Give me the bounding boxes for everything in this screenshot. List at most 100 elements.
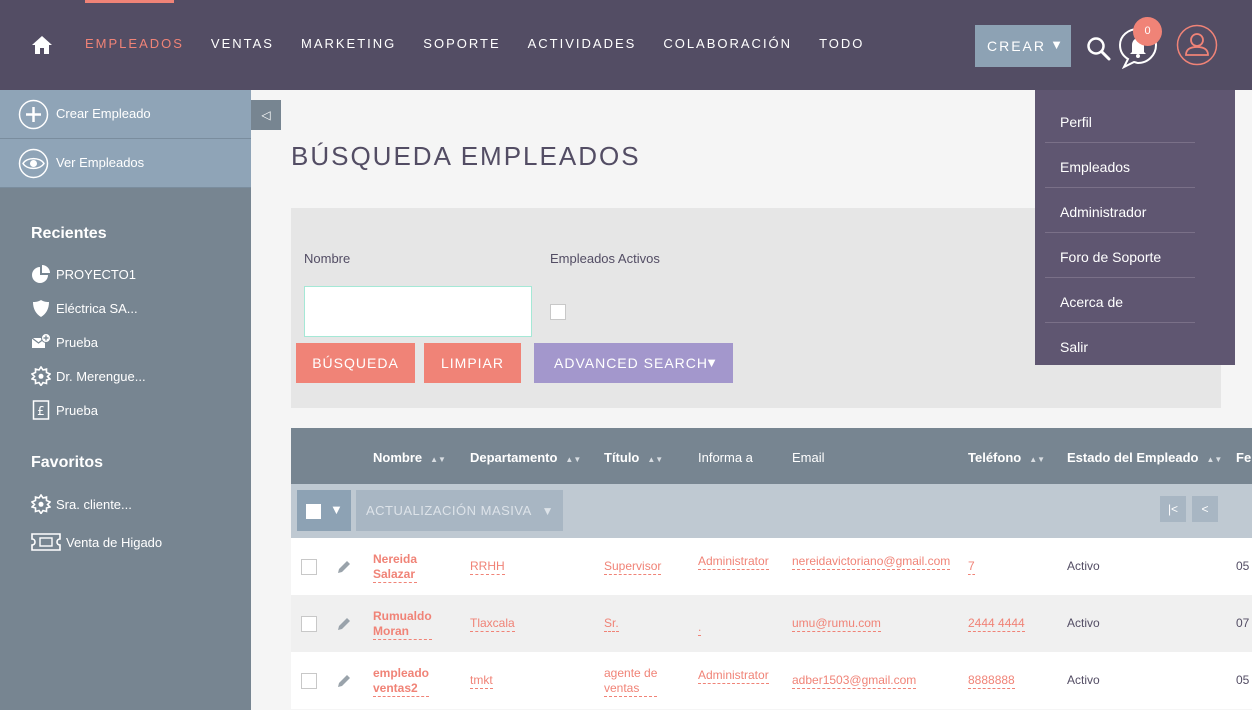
column-header-email: Email (792, 450, 825, 465)
sidebar-action-label: Ver Empleados (56, 155, 145, 170)
row-informa-a[interactable]: Administrator (698, 554, 769, 570)
row-nombre[interactable]: Nereida Salazar (373, 552, 418, 583)
empleados-activos-checkbox[interactable] (550, 304, 566, 320)
nav-actividades[interactable]: ACTIVIDADES (528, 36, 637, 51)
row-email[interactable]: nereidavictoriano@gmail.com (792, 554, 951, 570)
prev-page-button[interactable]: < (1192, 496, 1218, 522)
menu-item-perfil[interactable]: Perfil (1045, 98, 1195, 143)
nav-ventas[interactable]: VENTAS (211, 36, 274, 51)
search-button[interactable]: BÚSQUEDA (296, 343, 415, 383)
row-checkbox[interactable] (301, 559, 317, 575)
sort-icon: ▲▼ (1206, 455, 1223, 464)
column-header-nombre[interactable]: Nombre ▲▼ (373, 450, 446, 465)
row-email[interactable]: umu@rumu.com (792, 616, 881, 632)
row-estado: Activo (1067, 559, 1100, 573)
row-titulo[interactable]: Supervisor (604, 559, 662, 575)
table-row: Nereida Salazar RRHH Supervisor Administr… (291, 538, 1252, 595)
row-titulo[interactable]: Sr. (604, 616, 619, 632)
row-titulo[interactable]: agente de ventas (604, 666, 658, 697)
sidebar-action-ver-empleados[interactable]: Ver Empleados (0, 139, 251, 188)
column-header-informa-a: Informa a (698, 450, 753, 465)
sort-icon: ▲▼ (647, 455, 664, 464)
row-checkbox[interactable] (301, 616, 317, 632)
select-all-checkbox[interactable] (306, 504, 321, 519)
row-telefono[interactable]: 7 (968, 559, 975, 575)
pencil-icon[interactable] (336, 616, 352, 632)
mass-update-button[interactable]: ACTUALIZACIÓN MASIVA ▼ (356, 490, 563, 531)
nombre-input[interactable] (304, 286, 532, 337)
menu-item-acerca-de[interactable]: Acerca de (1045, 278, 1195, 323)
chevron-down-icon: ▼ (330, 502, 343, 517)
chevron-down-icon: ▼ (705, 355, 719, 370)
row-telefono[interactable]: 2444 4444 (968, 616, 1025, 632)
search-icon[interactable] (1086, 36, 1112, 62)
sidebar-collapse-button[interactable]: ◁ (251, 100, 281, 130)
nav-marketing[interactable]: MARKETING (301, 36, 396, 51)
favoritos-heading: Favoritos (31, 454, 104, 471)
nav-colaboracion[interactable]: COLABORACIÓN (663, 36, 792, 51)
recent-item-label: Prueba (56, 403, 98, 418)
select-all-dropdown[interactable]: ▼ (297, 490, 351, 531)
home-icon[interactable] (31, 34, 53, 56)
create-button-label: CREAR (987, 38, 1047, 54)
nav-todo[interactable]: TODO (819, 36, 864, 51)
clear-button[interactable]: LIMPIAR (424, 343, 521, 383)
column-header-titulo[interactable]: Título ▲▼ (604, 450, 663, 465)
row-checkbox[interactable] (301, 673, 317, 689)
sort-icon: ▲▼ (565, 455, 582, 464)
nav-empleados[interactable]: EMPLEADOS (85, 36, 184, 51)
active-tab-indicator (85, 0, 174, 3)
main-nav: EMPLEADOS VENTAS MARKETING SOPORTE ACTIV… (85, 36, 891, 51)
gear-badge-icon (31, 366, 51, 386)
row-estado: Activo (1067, 616, 1100, 630)
column-header-estado[interactable]: Estado del Empleado ▲▼ (1067, 450, 1222, 465)
row-fecha: 07 (1236, 616, 1250, 630)
plus-circle-icon (18, 99, 49, 130)
table-row: Rumualdo Moran Tlaxcala Sr. . umu@rumu.co… (291, 595, 1252, 652)
row-nombre[interactable]: empleado ventas2 (373, 666, 430, 697)
recent-item-label: Prueba (56, 335, 98, 350)
table-row: empleado ventas2 tmkt agente de ventas Adm… (291, 652, 1252, 709)
recent-item-label: Eléctrica SA... (56, 301, 138, 316)
menu-item-administrador[interactable]: Administrador (1045, 188, 1195, 233)
create-button[interactable]: CREAR ▼ (975, 25, 1071, 67)
menu-item-empleados[interactable]: Empleados (1045, 143, 1195, 188)
user-avatar-icon[interactable] (1176, 24, 1218, 66)
row-departamento[interactable]: tmkt (470, 673, 493, 689)
sidebar: Crear Empleado Ver Empleados Recientes P… (0, 90, 251, 710)
recent-item-label: PROYECTO1 (56, 267, 136, 282)
page-title: BÚSQUEDA EMPLEADOS (291, 141, 641, 171)
ticket-icon (31, 533, 61, 551)
column-header-fecha[interactable]: Fe (1236, 450, 1251, 465)
mass-update-label: ACTUALIZACIÓN MASIVA (366, 503, 532, 518)
recent-item-label: Dr. Merengue... (56, 369, 146, 384)
favorite-item-label: Venta de Higado (66, 535, 163, 550)
advanced-search-button[interactable]: ADVANCED SEARCH ▼ (534, 343, 733, 383)
menu-item-salir[interactable]: Salir (1045, 323, 1195, 368)
row-email[interactable]: adber1503@gmail.com (792, 673, 917, 689)
row-departamento[interactable]: Tlaxcala (470, 616, 515, 632)
pie-chart-icon (32, 265, 50, 283)
first-page-button[interactable]: |< (1160, 496, 1186, 522)
sidebar-action-crear-empleado[interactable]: Crear Empleado (0, 90, 251, 139)
gear-badge-icon (31, 494, 51, 514)
sort-icon: ▲▼ (430, 455, 446, 464)
sort-icon: ▲▼ (1029, 455, 1046, 464)
pound-icon: £ (32, 400, 50, 420)
row-nombre[interactable]: Rumualdo Moran (373, 609, 432, 640)
notification-badge: 0 (1133, 17, 1162, 46)
row-telefono[interactable]: 8888888 (968, 673, 1015, 689)
row-informa-a[interactable]: Administrator (698, 668, 769, 684)
pencil-icon[interactable] (336, 673, 352, 689)
chevron-down-icon: ▼ (1050, 37, 1065, 52)
svg-text:£: £ (37, 404, 45, 418)
column-header-departamento[interactable]: Departamento ▲▼ (470, 450, 581, 465)
recientes-heading: Recientes (31, 225, 107, 242)
menu-item-foro-soporte[interactable]: Foro de Soporte (1045, 233, 1195, 278)
row-departamento[interactable]: RRHH (470, 559, 505, 575)
pencil-icon[interactable] (336, 559, 352, 575)
nav-soporte[interactable]: SOPORTE (423, 36, 500, 51)
column-header-telefono[interactable]: Teléfono ▲▼ (968, 450, 1045, 465)
row-informa-a[interactable]: . (698, 620, 702, 636)
mail-plus-icon (31, 333, 51, 348)
